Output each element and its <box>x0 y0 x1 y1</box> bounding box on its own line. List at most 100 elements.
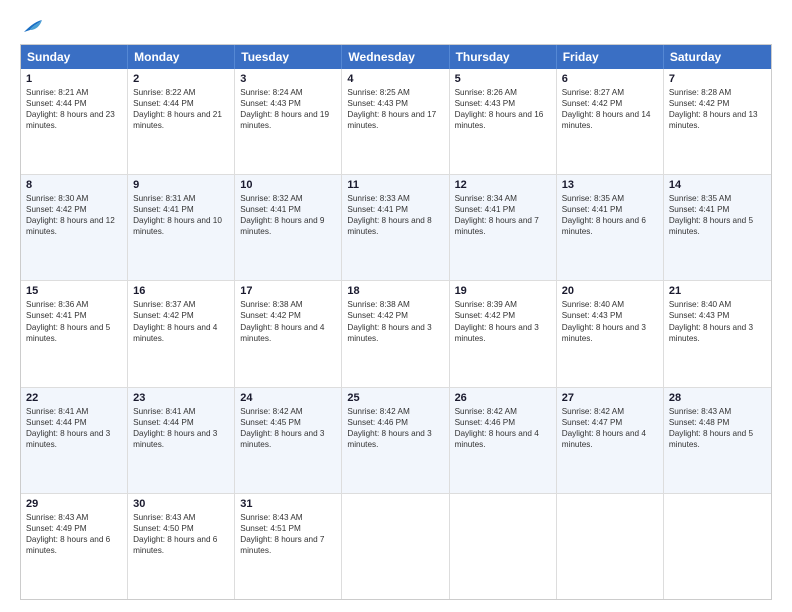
day-number: 14 <box>669 179 766 191</box>
calendar-cell: 16 Sunrise: 8:37 AMSunset: 4:42 PMDayligh… <box>128 281 235 386</box>
calendar-row: 15 Sunrise: 8:36 AMSunset: 4:41 PMDayligh… <box>21 280 771 386</box>
day-number: 20 <box>562 285 658 297</box>
cell-info: Sunrise: 8:28 AMSunset: 4:42 PMDaylight:… <box>669 87 766 131</box>
calendar-cell: 15 Sunrise: 8:36 AMSunset: 4:41 PMDayligh… <box>21 281 128 386</box>
day-number: 21 <box>669 285 766 297</box>
cell-info: Sunrise: 8:43 AMSunset: 4:51 PMDaylight:… <box>240 512 336 556</box>
cell-info: Sunrise: 8:43 AMSunset: 4:49 PMDaylight:… <box>26 512 122 556</box>
calendar-row: 22Sunrise: 8:41 AMSunset: 4:44 PMDayligh… <box>21 387 771 493</box>
calendar-cell: 4 Sunrise: 8:25 AMSunset: 4:43 PMDaylight… <box>342 69 449 174</box>
cell-info: Sunrise: 8:34 AMSunset: 4:41 PMDaylight:… <box>455 193 551 237</box>
cell-info: Sunrise: 8:36 AMSunset: 4:41 PMDaylight:… <box>26 299 122 343</box>
calendar-cell <box>342 494 449 599</box>
day-number: 3 <box>240 73 336 85</box>
day-number: 26 <box>455 392 551 404</box>
day-header-friday: Friday <box>557 45 664 69</box>
calendar-cell: 14 Sunrise: 8:35 AMSunset: 4:41 PMDayligh… <box>664 175 771 280</box>
cell-info: Sunrise: 8:25 AMSunset: 4:43 PMDaylight:… <box>347 87 443 131</box>
logo-bird-icon <box>22 18 44 34</box>
day-number: 16 <box>133 285 229 297</box>
logo <box>20 18 44 34</box>
calendar-cell <box>450 494 557 599</box>
calendar-cell: 25 Sunrise: 8:42 AMSunset: 4:46 PMDayligh… <box>342 388 449 493</box>
day-number: 11 <box>347 179 443 191</box>
calendar-header: SundayMondayTuesdayWednesdayThursdayFrid… <box>21 45 771 69</box>
day-number: 8 <box>26 179 122 191</box>
calendar-cell: 1 Sunrise: 8:21 AMSunset: 4:44 PMDaylight… <box>21 69 128 174</box>
day-number: 1 <box>26 73 122 85</box>
day-number: 13 <box>562 179 658 191</box>
cell-info: Sunrise: 8:41 AMSunset: 4:44 PMDaylight:… <box>133 406 229 450</box>
calendar-cell: 9Sunrise: 8:31 AMSunset: 4:41 PMDaylight… <box>128 175 235 280</box>
calendar-row: 8 Sunrise: 8:30 AMSunset: 4:42 PMDaylight… <box>21 174 771 280</box>
day-number: 10 <box>240 179 336 191</box>
cell-info: Sunrise: 8:24 AMSunset: 4:43 PMDaylight:… <box>240 87 336 131</box>
cell-info: Sunrise: 8:35 AMSunset: 4:41 PMDaylight:… <box>669 193 766 237</box>
calendar-cell: 22Sunrise: 8:41 AMSunset: 4:44 PMDayligh… <box>21 388 128 493</box>
day-number: 28 <box>669 392 766 404</box>
calendar-cell <box>557 494 664 599</box>
cell-info: Sunrise: 8:21 AMSunset: 4:44 PMDaylight:… <box>26 87 122 131</box>
day-header-wednesday: Wednesday <box>342 45 449 69</box>
calendar-body: 1 Sunrise: 8:21 AMSunset: 4:44 PMDaylight… <box>21 69 771 599</box>
calendar-cell: 26 Sunrise: 8:42 AMSunset: 4:46 PMDayligh… <box>450 388 557 493</box>
day-number: 4 <box>347 73 443 85</box>
day-number: 18 <box>347 285 443 297</box>
calendar-cell: 3 Sunrise: 8:24 AMSunset: 4:43 PMDaylight… <box>235 69 342 174</box>
calendar-cell: 23 Sunrise: 8:41 AMSunset: 4:44 PMDayligh… <box>128 388 235 493</box>
logo-text <box>20 18 44 34</box>
day-header-sunday: Sunday <box>21 45 128 69</box>
cell-info: Sunrise: 8:39 AMSunset: 4:42 PMDaylight:… <box>455 299 551 343</box>
calendar-cell <box>664 494 771 599</box>
cell-info: Sunrise: 8:30 AMSunset: 4:42 PMDaylight:… <box>26 193 122 237</box>
day-number: 31 <box>240 498 336 510</box>
cell-info: Sunrise: 8:41 AMSunset: 4:44 PMDaylight:… <box>26 406 122 450</box>
day-number: 29 <box>26 498 122 510</box>
cell-info: Sunrise: 8:42 AMSunset: 4:46 PMDaylight:… <box>455 406 551 450</box>
calendar-cell: 19 Sunrise: 8:39 AMSunset: 4:42 PMDayligh… <box>450 281 557 386</box>
calendar-cell: 27 Sunrise: 8:42 AMSunset: 4:47 PMDayligh… <box>557 388 664 493</box>
calendar-cell: 24 Sunrise: 8:42 AMSunset: 4:45 PMDayligh… <box>235 388 342 493</box>
calendar-cell: 30Sunrise: 8:43 AMSunset: 4:50 PMDayligh… <box>128 494 235 599</box>
calendar-cell: 29 Sunrise: 8:43 AMSunset: 4:49 PMDayligh… <box>21 494 128 599</box>
calendar-cell: 31 Sunrise: 8:43 AMSunset: 4:51 PMDayligh… <box>235 494 342 599</box>
header <box>20 18 772 34</box>
day-number: 27 <box>562 392 658 404</box>
cell-info: Sunrise: 8:26 AMSunset: 4:43 PMDaylight:… <box>455 87 551 131</box>
cell-info: Sunrise: 8:33 AMSunset: 4:41 PMDaylight:… <box>347 193 443 237</box>
calendar-cell: 6Sunrise: 8:27 AMSunset: 4:42 PMDaylight… <box>557 69 664 174</box>
calendar-row: 1 Sunrise: 8:21 AMSunset: 4:44 PMDaylight… <box>21 69 771 174</box>
cell-info: Sunrise: 8:32 AMSunset: 4:41 PMDaylight:… <box>240 193 336 237</box>
cell-info: Sunrise: 8:37 AMSunset: 4:42 PMDaylight:… <box>133 299 229 343</box>
calendar-cell: 8 Sunrise: 8:30 AMSunset: 4:42 PMDaylight… <box>21 175 128 280</box>
calendar-cell: 2 Sunrise: 8:22 AMSunset: 4:44 PMDaylight… <box>128 69 235 174</box>
calendar-row: 29 Sunrise: 8:43 AMSunset: 4:49 PMDayligh… <box>21 493 771 599</box>
calendar-cell: 20 Sunrise: 8:40 AMSunset: 4:43 PMDayligh… <box>557 281 664 386</box>
cell-info: Sunrise: 8:43 AMSunset: 4:50 PMDaylight:… <box>133 512 229 556</box>
page: SundayMondayTuesdayWednesdayThursdayFrid… <box>0 0 792 612</box>
calendar-cell: 13Sunrise: 8:35 AMSunset: 4:41 PMDayligh… <box>557 175 664 280</box>
day-number: 24 <box>240 392 336 404</box>
calendar-cell: 7Sunrise: 8:28 AMSunset: 4:42 PMDaylight… <box>664 69 771 174</box>
cell-info: Sunrise: 8:38 AMSunset: 4:42 PMDaylight:… <box>240 299 336 343</box>
calendar-cell: 12Sunrise: 8:34 AMSunset: 4:41 PMDayligh… <box>450 175 557 280</box>
calendar-cell: 5Sunrise: 8:26 AMSunset: 4:43 PMDaylight… <box>450 69 557 174</box>
day-number: 17 <box>240 285 336 297</box>
calendar-cell: 28Sunrise: 8:43 AMSunset: 4:48 PMDayligh… <box>664 388 771 493</box>
calendar: SundayMondayTuesdayWednesdayThursdayFrid… <box>20 44 772 600</box>
cell-info: Sunrise: 8:42 AMSunset: 4:46 PMDaylight:… <box>347 406 443 450</box>
cell-info: Sunrise: 8:22 AMSunset: 4:44 PMDaylight:… <box>133 87 229 131</box>
calendar-cell: 10 Sunrise: 8:32 AMSunset: 4:41 PMDayligh… <box>235 175 342 280</box>
day-header-monday: Monday <box>128 45 235 69</box>
cell-info: Sunrise: 8:40 AMSunset: 4:43 PMDaylight:… <box>562 299 658 343</box>
day-number: 2 <box>133 73 229 85</box>
day-number: 25 <box>347 392 443 404</box>
cell-info: Sunrise: 8:31 AMSunset: 4:41 PMDaylight:… <box>133 193 229 237</box>
day-number: 15 <box>26 285 122 297</box>
cell-info: Sunrise: 8:42 AMSunset: 4:47 PMDaylight:… <box>562 406 658 450</box>
calendar-cell: 17 Sunrise: 8:38 AMSunset: 4:42 PMDayligh… <box>235 281 342 386</box>
cell-info: Sunrise: 8:42 AMSunset: 4:45 PMDaylight:… <box>240 406 336 450</box>
day-number: 19 <box>455 285 551 297</box>
cell-info: Sunrise: 8:40 AMSunset: 4:43 PMDaylight:… <box>669 299 766 343</box>
day-number: 23 <box>133 392 229 404</box>
